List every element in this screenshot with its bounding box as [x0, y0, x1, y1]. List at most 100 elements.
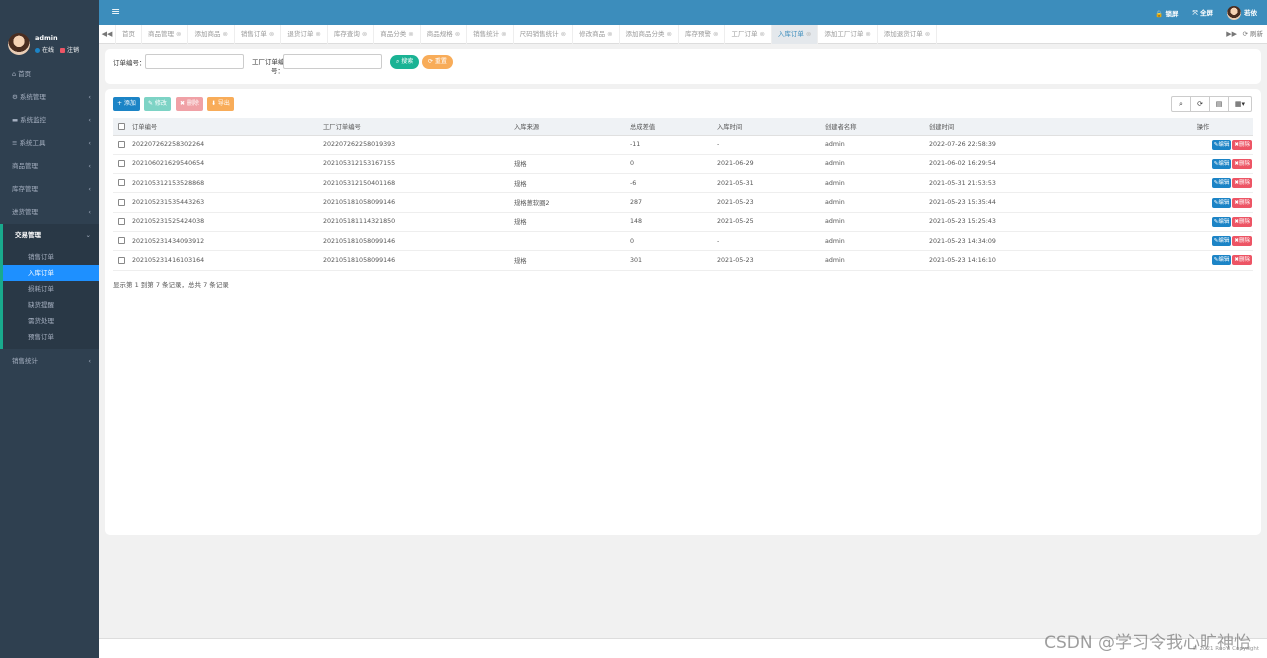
logout-link[interactable]: 注销 [67, 47, 79, 54]
tab-item[interactable]: 商品规格 ⊗ [421, 25, 468, 44]
delete-button[interactable]: ✖ 删除 [176, 97, 203, 111]
row-delete-button[interactable]: ✖删除 [1232, 158, 1252, 169]
close-icon[interactable]: ⊗ [269, 30, 274, 38]
tab-item[interactable]: 工厂订单 ⊗ [725, 25, 772, 44]
row-checkbox[interactable] [118, 140, 125, 148]
row-delete-button[interactable]: ✖删除 [1232, 216, 1252, 227]
submenu-item[interactable]: 损耗订单 [3, 281, 99, 297]
row-checkbox[interactable] [118, 179, 125, 187]
close-icon[interactable]: ⊗ [176, 30, 181, 38]
row-edit-button[interactable]: ✎编辑 [1211, 139, 1232, 150]
home-icon: ⌂ [12, 70, 17, 78]
sidebar-item-1[interactable]: ⚙ 系统管理 ‹ [0, 86, 99, 109]
table-cell: 0 [628, 231, 715, 252]
chevron-left-icon: ‹ [88, 208, 91, 216]
search-icon[interactable]: ⌕ [1172, 97, 1191, 111]
close-icon[interactable]: ⊗ [865, 30, 870, 38]
row-edit-button[interactable]: ✎编辑 [1211, 197, 1232, 208]
factory-no-input[interactable] [283, 54, 382, 69]
row-edit-button[interactable]: ✎编辑 [1211, 178, 1232, 189]
close-icon[interactable]: ⊗ [315, 30, 320, 38]
refresh-button[interactable]: ⟳ 刷新 [1242, 25, 1263, 44]
logout-icon[interactable] [59, 48, 65, 53]
close-icon[interactable]: ⊗ [501, 30, 506, 38]
tabs-forward-icon[interactable]: ▶▶ [1226, 25, 1237, 44]
tab-item[interactable]: 添加商品分类 ⊗ [620, 25, 679, 44]
close-icon[interactable]: ⊗ [408, 30, 413, 38]
row-edit-button[interactable]: ✎编辑 [1211, 216, 1232, 227]
close-icon[interactable]: ⊗ [713, 30, 718, 38]
close-icon[interactable]: ⊗ [455, 30, 460, 38]
refresh-icon[interactable]: ⟳ [1191, 97, 1210, 111]
tabs-back-icon[interactable]: ◀◀ [99, 25, 116, 44]
column-header: 工厂订单编号 [321, 118, 512, 136]
export-button[interactable]: ⬇ 导出 [207, 97, 234, 111]
tab-item[interactable]: 销售统计 ⊗ [467, 25, 514, 44]
tab-item[interactable]: 销售订单 ⊗ [235, 25, 282, 44]
row-checkbox[interactable] [118, 160, 125, 168]
sidebar-item-2[interactable]: ▬ 系统监控 ‹ [0, 109, 99, 132]
tab-item[interactable]: 商品管理 ⊗ [142, 25, 189, 44]
close-icon[interactable]: ⊗ [561, 30, 566, 38]
select-all-checkbox[interactable] [118, 122, 125, 130]
submenu-item[interactable]: 销售订单 [3, 249, 99, 265]
row-edit-button[interactable]: ✎编辑 [1211, 255, 1232, 266]
close-icon[interactable]: ⊗ [667, 30, 672, 38]
close-icon[interactable]: ⊗ [222, 30, 227, 38]
tab-item[interactable]: 退货订单 ⊗ [281, 25, 328, 44]
tab-item[interactable]: 库存查询 ⊗ [328, 25, 375, 44]
close-icon[interactable]: ⊗ [925, 30, 930, 38]
sidebar-item-trade[interactable]: 交易管理 ⌄ [0, 224, 99, 247]
tab-item[interactable]: 商品分类 ⊗ [374, 25, 421, 44]
close-icon[interactable]: ⊗ [806, 30, 811, 38]
order-no-input[interactable] [145, 54, 244, 69]
submenu-item[interactable]: 入库订单 [3, 265, 99, 281]
tab-item[interactable]: 入库订单 ⊗ [771, 25, 819, 44]
columns-icon[interactable]: ▦▾ [1229, 97, 1251, 111]
search-button[interactable]: ⌕ 搜索 [390, 55, 420, 69]
fullscreen-button[interactable]: ⤧ 全屏 [1193, 7, 1213, 18]
sidebar-item-0[interactable]: ⌂ 首页 [0, 63, 99, 86]
tab-item[interactable]: 库存预警 ⊗ [679, 25, 726, 44]
row-delete-button[interactable]: ✖删除 [1232, 197, 1252, 208]
add-button[interactable]: + 添加 [113, 97, 140, 111]
submenu-item[interactable]: 缺货提醒 [3, 297, 99, 313]
sidebar-item-sales-stats[interactable]: 销售统计 ‹ [0, 350, 99, 373]
user-menu[interactable]: 若依 [1227, 5, 1257, 20]
sidebar-item-3[interactable]: ≡ 系统工具 ‹ [0, 132, 99, 155]
row-edit-button[interactable]: ✎编辑 [1211, 236, 1232, 247]
sidebar-item-6[interactable]: 进货管理 ‹ [0, 201, 99, 224]
table-cell: 202105181058099146 [321, 250, 512, 271]
toggle-view-icon[interactable]: ▤ [1210, 97, 1229, 111]
submenu-item[interactable]: 需货处理 [3, 313, 99, 329]
tab-item[interactable]: 修改商品 ⊗ [573, 25, 620, 44]
submenu-item[interactable]: 预售订单 [3, 329, 99, 345]
avatar[interactable] [8, 33, 30, 55]
close-icon[interactable]: ⊗ [607, 30, 612, 38]
edit-button[interactable]: ✎ 修改 [144, 97, 171, 111]
tab-item[interactable]: 首页 [116, 25, 142, 44]
menu-toggle-icon[interactable]: ≡ [111, 5, 120, 18]
row-actions: ✎编辑 ✖删除 [1153, 173, 1253, 194]
sidebar-item-4[interactable]: 商品管理 ‹ [0, 155, 99, 178]
table-cell: 202106021629540654 [130, 154, 321, 175]
row-checkbox[interactable] [118, 237, 125, 245]
tab-item[interactable]: 添加工厂订单 ⊗ [818, 25, 878, 44]
row-edit-button[interactable]: ✎编辑 [1211, 158, 1232, 169]
row-delete-button[interactable]: ✖删除 [1232, 255, 1252, 266]
tab-item[interactable]: 添加退货订单 ⊗ [878, 25, 938, 44]
lock-screen-button[interactable]: 🔒 锁屏 [1155, 8, 1178, 18]
tab-item[interactable]: 尺码销售统计 ⊗ [514, 25, 574, 44]
sidebar-item-5[interactable]: 库存管理 ‹ [0, 178, 99, 201]
reset-button[interactable]: ⟳ 重置 [422, 55, 453, 69]
row-delete-button[interactable]: ✖删除 [1232, 139, 1252, 150]
row-delete-button[interactable]: ✖删除 [1232, 236, 1252, 247]
row-checkbox[interactable] [118, 198, 125, 206]
close-icon[interactable]: ⊗ [759, 30, 764, 38]
close-icon[interactable]: ⊗ [362, 30, 367, 38]
row-delete-button[interactable]: ✖删除 [1232, 178, 1252, 189]
tab-item[interactable]: 添加商品 ⊗ [188, 25, 235, 44]
row-checkbox[interactable] [118, 218, 125, 226]
row-checkbox[interactable] [118, 256, 125, 264]
sidebar-submenu: 销售订单 入库订单 损耗订单 缺货提醒 需货处理 预售订单 [0, 247, 99, 349]
